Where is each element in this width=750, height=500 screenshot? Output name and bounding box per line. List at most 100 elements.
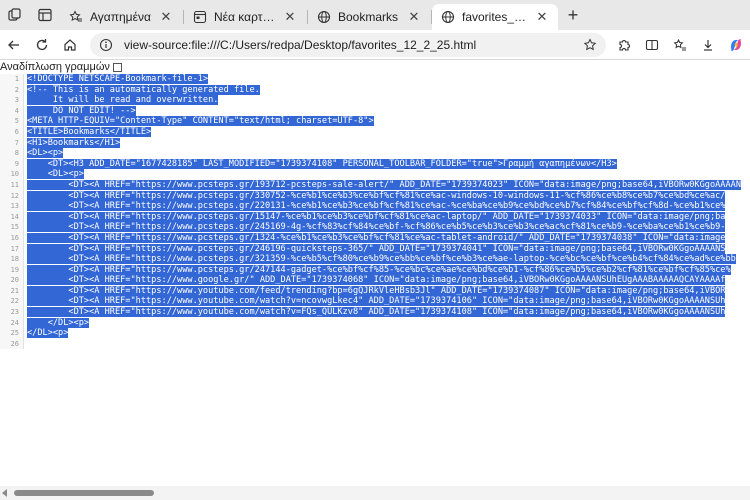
extensions-button[interactable]	[610, 32, 638, 58]
favorites-list-icon	[673, 38, 686, 50]
source-line: 13 <DT><A HREF="https://www.pcsteps.gr/2…	[0, 201, 750, 212]
line-content: <DL><p>	[24, 169, 84, 180]
close-tab-icon[interactable]: ✕	[534, 9, 550, 25]
plus-icon: +	[567, 4, 579, 25]
line-number: 13	[0, 201, 24, 212]
line-content: DO NOT EDIT! -->	[24, 105, 136, 117]
tab-favorites[interactable]: Αγαπημένα ✕	[60, 4, 184, 30]
selected-text: </DL><p>	[27, 328, 69, 339]
back-button[interactable]	[0, 32, 28, 58]
favorites-button[interactable]	[666, 32, 694, 58]
selected-text: <DL><p>	[27, 148, 64, 159]
source-line: 8 <DL><p>	[0, 148, 750, 159]
line-content: <DT><A HREF="https://www.pcsteps.gr/2201…	[24, 201, 726, 212]
workspaces-icon	[8, 8, 21, 21]
tab-title: favorites_12_2_25.html	[462, 10, 530, 24]
source-line: 6 <TITLE>Bookmarks</TITLE>	[0, 126, 750, 138]
line-number: 1	[0, 74, 24, 85]
favorite-star-icon[interactable]	[580, 35, 600, 55]
line-number: 17	[0, 243, 24, 255]
vertical-tabs-button[interactable]	[30, 2, 60, 28]
line-wrap-checkbox[interactable]	[112, 62, 122, 72]
source-line: 26	[0, 338, 750, 350]
source-line: 12 <DT><A HREF="https://www.pcsteps.gr/3…	[0, 190, 750, 202]
line-content: <DT><A HREF="https://www.pcsteps.gr/2471…	[24, 264, 731, 276]
close-tab-icon[interactable]: ✕	[282, 9, 298, 25]
line-number: 2	[0, 84, 24, 96]
source-view[interactable]: 1 <!DOCTYPE NETSCAPE-Bookmark-file-1> 2 <!-…	[0, 74, 750, 486]
new-tab-button[interactable]: +	[560, 2, 586, 28]
source-line: 3 It will be read and overwritten.	[0, 95, 750, 106]
downloads-button[interactable]	[694, 32, 722, 58]
selected-text: <DT><A HREF="https://www.pcsteps.gr/3213…	[27, 254, 736, 265]
workspaces-button[interactable]	[0, 2, 30, 28]
refresh-button[interactable]	[28, 32, 56, 58]
tab-new-tab[interactable]: Νέα καρτέλα ✕	[184, 4, 308, 30]
split-screen-button[interactable]	[638, 32, 666, 58]
line-number: 8	[0, 148, 24, 159]
source-line: 21 <DT><A HREF="https://www.youtube.com/…	[0, 285, 750, 297]
source-line: 1 <!DOCTYPE NETSCAPE-Bookmark-file-1>	[0, 74, 750, 85]
tab-title: Bookmarks	[338, 10, 399, 24]
line-content: <TITLE>Bookmarks</TITLE>	[24, 126, 152, 138]
line-number: 23	[0, 307, 24, 318]
line-number: 19	[0, 264, 24, 276]
tab-bookmarks[interactable]: Bookmarks ✕	[308, 4, 432, 30]
line-number: 26	[0, 338, 24, 350]
tab-title: Νέα καρτέλα	[214, 10, 278, 24]
line-content: <!DOCTYPE NETSCAPE-Bookmark-file-1>	[24, 74, 209, 85]
split-screen-icon	[645, 39, 659, 50]
copilot-button[interactable]	[722, 32, 750, 58]
tab-actions-icon	[38, 8, 52, 22]
url-text[interactable]: view-source:file:///C:/Users/redpa/Deskt…	[124, 38, 580, 52]
tab-title: Αγαπημένα	[90, 10, 151, 24]
globe-icon	[316, 9, 332, 25]
line-wrap-label: Αναδίπλωση γραμμών	[0, 61, 110, 73]
line-content: <DT><A HREF="https://www.google.gr/" ADD…	[24, 275, 726, 286]
newtab-page-icon	[192, 9, 208, 25]
line-number: 15	[0, 222, 24, 233]
line-content: <DL><p>	[24, 148, 64, 159]
selected-text: </DL><p>	[27, 317, 90, 328]
source-line: 11 <DT><A HREF="https://www.pcsteps.gr/1…	[0, 179, 750, 191]
tab-favorites-html[interactable]: favorites_12_2_25.html ✕	[432, 4, 558, 30]
line-content: <DT><A HREF="https://www.pcsteps.gr/1514…	[24, 211, 726, 223]
source-line: 18 <DT><A HREF="https://www.pcsteps.gr/3…	[0, 254, 750, 265]
source-line: 2 <!-- This is an automatically generated…	[0, 84, 750, 96]
address-bar[interactable]: view-source:file:///C:/Users/redpa/Deskt…	[90, 32, 606, 57]
selected-text: DO NOT EDIT! -->	[27, 105, 136, 116]
selected-text: <DT><A HREF="https://www.youtube.com/wat…	[27, 296, 726, 307]
star-list-icon	[68, 9, 84, 25]
selected-text: <DT><A HREF="https://www.pcsteps.gr/1324…	[27, 232, 726, 243]
line-number: 25	[0, 328, 24, 339]
refresh-icon	[36, 38, 48, 50]
selected-text: <H1>Bookmarks</H1>	[27, 137, 121, 148]
line-content: <DT><A HREF="https://www.pcsteps.gr/3213…	[24, 254, 736, 265]
selected-text: <DT><A HREF="https://www.pcsteps.gr/1937…	[27, 179, 741, 190]
source-line: 19 <DT><A HREF="https://www.pcsteps.gr/2…	[0, 264, 750, 276]
info-icon[interactable]	[96, 35, 116, 55]
scrollbar-thumb[interactable]	[14, 490, 154, 496]
line-content: <DT><A HREF="https://www.pcsteps.gr/1937…	[24, 179, 741, 191]
line-content: <META HTTP-EQUIV="Content-Type" CONTENT=…	[24, 116, 374, 127]
selected-text: <DT><A HREF="https://www.pcsteps.gr/2451…	[27, 222, 726, 233]
home-button[interactable]	[56, 32, 84, 58]
line-number: 18	[0, 254, 24, 265]
arrow-left-icon	[8, 40, 19, 49]
source-line: 22 <DT><A HREF="https://www.youtube.com/…	[0, 296, 750, 308]
line-number: 14	[0, 211, 24, 223]
source-line: 9 <DT><H3 ADD_DATE="1677428185" LAST_MOD…	[0, 158, 750, 170]
selected-text: <DL><p>	[27, 169, 84, 180]
close-tab-icon[interactable]: ✕	[158, 9, 174, 25]
selected-text: <!DOCTYPE NETSCAPE-Bookmark-file-1>	[27, 74, 209, 84]
source-line: 17 <DT><A HREF="https://www.pcsteps.gr/2…	[0, 243, 750, 255]
horizontal-scrollbar[interactable]	[0, 486, 750, 500]
scroll-left-arrow-icon[interactable]	[2, 489, 7, 497]
line-content: <DT><A HREF="https://www.pcsteps.gr/1324…	[24, 232, 726, 244]
close-tab-icon[interactable]: ✕	[406, 9, 422, 25]
source-line: 14 <DT><A HREF="https://www.pcsteps.gr/1…	[0, 211, 750, 223]
puzzle-icon	[619, 39, 630, 51]
selected-text: <DT><A HREF="https://www.google.gr/" ADD…	[27, 275, 726, 286]
selected-text: <DT><A HREF="https://www.pcsteps.gr/1514…	[27, 211, 726, 222]
line-number: 10	[0, 169, 24, 180]
